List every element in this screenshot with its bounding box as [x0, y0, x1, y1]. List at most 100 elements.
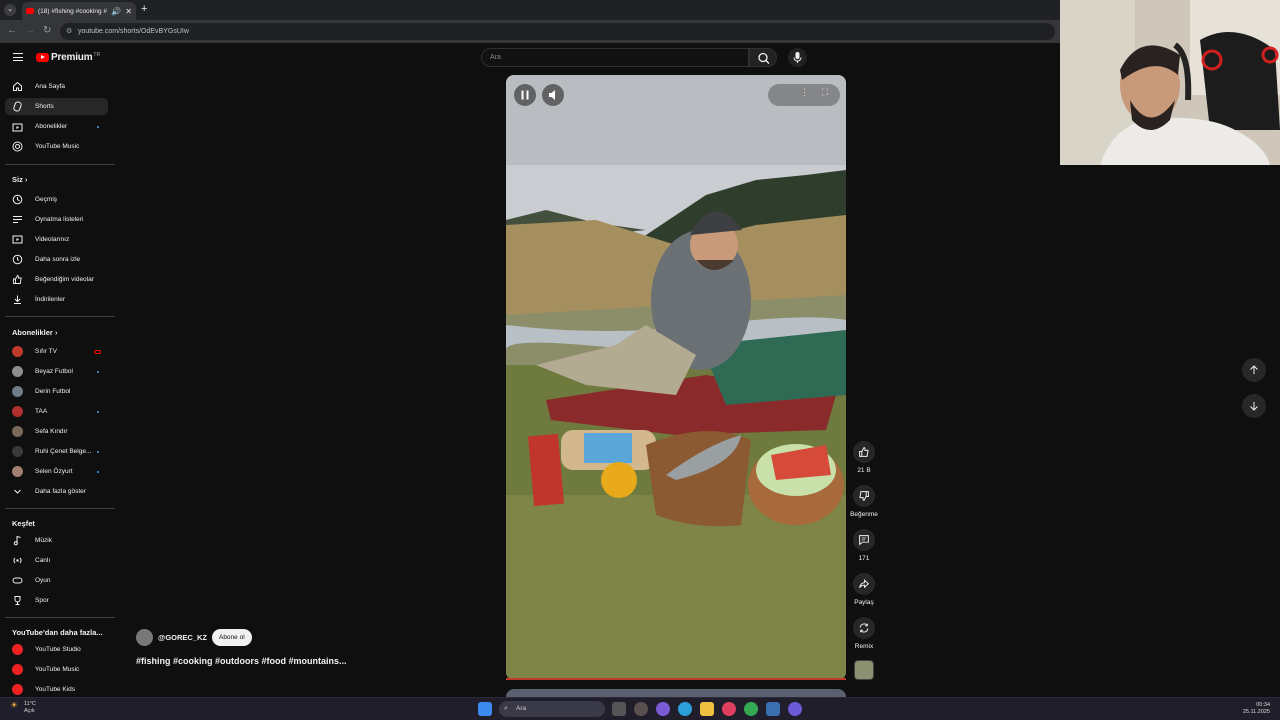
show-more-button[interactable]: Daha fazla göster	[5, 483, 108, 500]
like-button[interactable]	[853, 441, 875, 463]
app-icon[interactable]	[634, 702, 648, 716]
sidebar-item-your-videos[interactable]: Videolarınız	[5, 231, 108, 248]
sidebar-item-youtube-music[interactable]: YouTube Music	[5, 138, 108, 155]
channel-name: Sıfır TV	[35, 348, 57, 355]
sidebar-channel-selen-ozyurt[interactable]: Selen Özyurt	[5, 463, 108, 480]
discord-icon[interactable]	[788, 702, 802, 716]
address-toolbar: ← → ↻ ⚙ youtube.com/shorts/OdEvBYGsUIw	[0, 20, 1060, 43]
windows-taskbar: ☀ 11°C Açık ⌕ Ara 00:34 25.11.2025	[0, 697, 1280, 720]
sidebar-divider	[5, 316, 115, 317]
tab-search-button[interactable]: ⌄	[4, 4, 16, 16]
video-progress-bar[interactable]	[506, 678, 846, 680]
previous-short-button[interactable]	[1242, 358, 1266, 382]
url-field[interactable]: ⚙ youtube.com/shorts/OdEvBYGsUIw	[60, 23, 1055, 40]
dislike-label: Beğenme	[850, 511, 878, 518]
back-icon[interactable]: ←	[7, 25, 17, 36]
sidebar-item-label: YouTube Studio	[35, 646, 81, 653]
channel-avatar	[11, 406, 23, 417]
share-icon	[859, 579, 870, 589]
share-label: Paylaş	[854, 599, 874, 606]
dislike-button[interactable]	[853, 485, 875, 507]
new-content-dot	[97, 470, 99, 473]
download-icon	[11, 294, 23, 305]
channel-avatar	[11, 426, 23, 437]
remix-button[interactable]	[853, 617, 875, 639]
youtube-premium-logo[interactable]: Premium TR	[36, 52, 100, 63]
sidebar-channel-sefa-kindir[interactable]: Sefa Kındır	[5, 423, 108, 440]
file-explorer-icon[interactable]	[700, 702, 714, 716]
fullscreen-icon[interactable]: ⛶	[822, 87, 828, 98]
sidebar-item-history[interactable]: Geçmiş	[5, 191, 108, 208]
channel-avatar	[11, 346, 23, 357]
sidebar-item-youtube-kids[interactable]: YouTube Kids	[5, 681, 108, 698]
system-clock[interactable]: 00:34 25.11.2025	[1243, 702, 1270, 716]
channel-avatar	[11, 386, 23, 397]
share-button[interactable]	[853, 573, 875, 595]
sidebar-item-home[interactable]: Ana Sayfa	[5, 78, 108, 95]
sidebar-heading-you[interactable]: Siz ›	[12, 175, 27, 184]
weather-widget[interactable]: ☀ 11°C Açık	[10, 701, 36, 715]
next-short-preview[interactable]	[506, 689, 846, 697]
sidebar-channel-taa[interactable]: TAA	[5, 403, 108, 420]
sidebar-channel-sifir-tv[interactable]: Sıfır TV	[5, 343, 108, 360]
sidebar-item-youtube-studio[interactable]: YouTube Studio	[5, 641, 108, 658]
sound-thumbnail[interactable]	[854, 660, 874, 680]
comments-button[interactable]	[853, 529, 875, 551]
channel-avatar[interactable]	[136, 628, 153, 646]
volume-button[interactable]	[542, 84, 564, 106]
sidebar-channel-beyaz-futbol[interactable]: Beyaz Futbol	[5, 363, 108, 380]
sidebar-item-liked-videos[interactable]: Beğendiğim videolar	[5, 271, 108, 288]
sidebar-item-sports[interactable]: Spor	[5, 592, 108, 609]
voice-search-button[interactable]	[788, 48, 807, 67]
video-frame	[506, 75, 846, 680]
app-icon[interactable]	[766, 702, 780, 716]
search-button[interactable]	[749, 48, 777, 67]
sidebar-item-youtube-music-app[interactable]: YouTube Music	[5, 661, 108, 678]
channel-name[interactable]: @GOREC_KZ	[158, 633, 207, 642]
new-tab-button[interactable]: +	[141, 3, 147, 15]
youtube-header: Premium TR Ara	[0, 43, 1060, 73]
webcam-feed	[1060, 0, 1280, 165]
menu-icon[interactable]	[13, 53, 23, 61]
forward-icon[interactable]: →	[25, 25, 35, 36]
tab-close-icon[interactable]: ✕	[125, 7, 132, 16]
sidebar-heading-subscriptions[interactable]: Abonelikler ›	[12, 328, 57, 337]
sidebar-item-watch-later[interactable]: Daha sonra izle	[5, 251, 108, 268]
site-info-icon[interactable]: ⚙	[66, 23, 72, 40]
logo-text: Premium	[51, 52, 93, 63]
windows-start-icon[interactable]	[478, 702, 492, 716]
sidebar-item-live[interactable]: Canlı	[5, 552, 108, 569]
show-more-label: Daha fazla göster	[35, 488, 86, 495]
short-description[interactable]: #fishing #cooking #outdoors #food #mount…	[136, 656, 347, 666]
sidebar-item-gaming[interactable]: Oyun	[5, 572, 108, 589]
pause-button[interactable]	[514, 84, 536, 106]
edge-icon[interactable]	[678, 702, 692, 716]
sidebar-item-playlists[interactable]: Oynatma listeleri	[5, 211, 108, 228]
sidebar-item-music[interactable]: Müzik	[5, 532, 108, 549]
sidebar-item-label: Müzik	[35, 537, 52, 544]
next-short-button[interactable]	[1242, 394, 1266, 418]
youtube-studio-icon	[11, 644, 23, 655]
search-input[interactable]: Ara	[481, 48, 749, 67]
sidebar-channel-ruhi-cenet[interactable]: Ruhi Çenet Belge...	[5, 443, 108, 460]
chrome-icon[interactable]	[744, 702, 758, 716]
sidebar-item-label: Oyun	[35, 577, 51, 584]
app-icon[interactable]	[722, 702, 736, 716]
sidebar-item-downloads[interactable]: İndirilenler	[5, 291, 108, 308]
sidebar-item-shorts[interactable]: Shorts	[5, 98, 108, 115]
reload-icon[interactable]: ↻	[43, 25, 51, 36]
browser-tab[interactable]: (18) #fishing #cooking #outdoors 🔊 ✕	[22, 2, 136, 20]
more-options-icon[interactable]: ⋮	[800, 87, 809, 98]
sidebar-item-label: Beğendiğim videolar	[35, 276, 94, 283]
shorts-video-player[interactable]: ⋮ ⛶	[506, 75, 846, 680]
subscribe-button[interactable]: Abone ol	[211, 628, 252, 646]
heading-text: Siz	[12, 175, 23, 184]
sidebar-item-subscriptions[interactable]: Abonelikler	[5, 118, 108, 135]
music-note-icon	[11, 535, 23, 546]
taskbar-search[interactable]: ⌕ Ara	[499, 701, 605, 717]
tab-audio-icon[interactable]: 🔊	[111, 7, 121, 16]
app-icon[interactable]	[656, 702, 670, 716]
sidebar-channel-derin-futbol[interactable]: Derin Futbol	[5, 383, 108, 400]
task-view-icon[interactable]	[612, 702, 626, 716]
arrow-down-icon	[1250, 402, 1258, 411]
